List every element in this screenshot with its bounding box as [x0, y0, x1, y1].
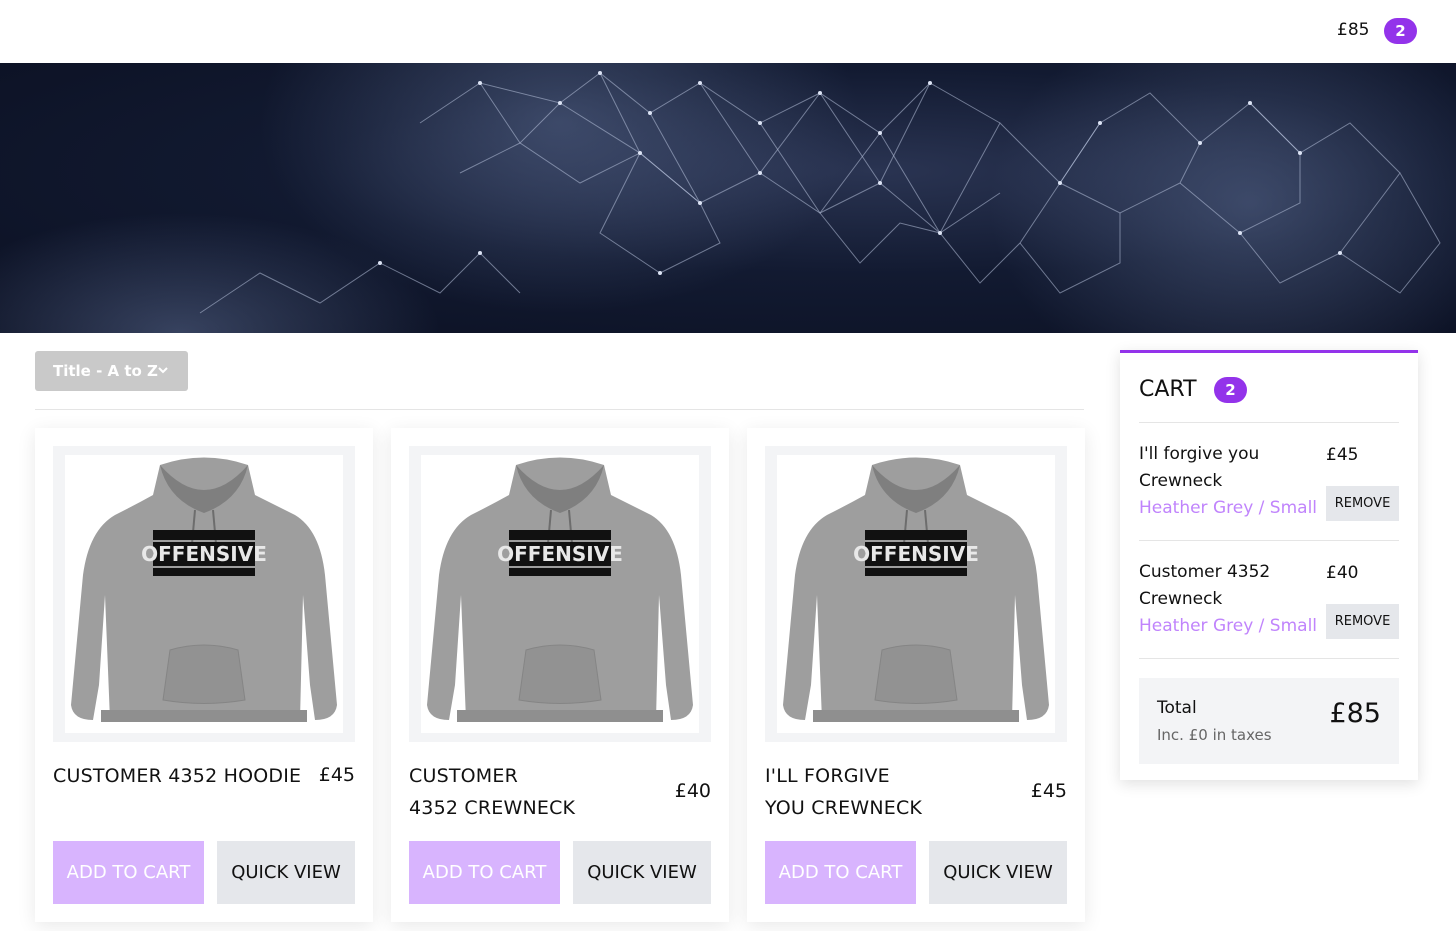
- product-card[interactable]: CUSTOMER 4352 CREWNECK £40 ADD TO CART Q…: [391, 428, 729, 922]
- hoodie-image: [782, 456, 1050, 723]
- tax-note: Inc. £0 in taxes: [1157, 726, 1272, 744]
- divider: [1139, 422, 1399, 423]
- remove-button[interactable]: REMOVE: [1326, 604, 1399, 639]
- product-name-line: YOU CREWNECK: [765, 797, 923, 819]
- total-label: Total: [1157, 698, 1197, 718]
- sort-label: Title - A to Z: [53, 362, 158, 380]
- product-name-line: 4352 CREWNECK: [409, 797, 576, 819]
- divider: [35, 409, 1084, 410]
- quick-view-button[interactable]: QUICK VIEW: [217, 841, 355, 904]
- product-image[interactable]: [65, 455, 343, 733]
- product-image-frame: [53, 446, 355, 742]
- divider: [1139, 658, 1399, 659]
- cart-item-name-line: Crewneck: [1139, 589, 1223, 609]
- remove-button[interactable]: REMOVE: [1326, 486, 1399, 521]
- add-to-cart-button[interactable]: ADD TO CART: [409, 841, 560, 904]
- cart-item-price: £40: [1326, 563, 1359, 583]
- product-name-line: CUSTOMER: [409, 765, 518, 787]
- hoodie-image: [70, 456, 338, 723]
- header-cart-total[interactable]: £85: [1337, 20, 1369, 40]
- product-image-frame: [409, 446, 711, 742]
- product-price: £40: [674, 780, 711, 802]
- quick-view-button[interactable]: QUICK VIEW: [573, 841, 711, 904]
- product-price: £45: [1030, 780, 1067, 802]
- product-name-line: I'LL FORGIVE: [765, 765, 890, 787]
- cart-panel: CART 2 I'll forgive you Crewneck Heather…: [1120, 350, 1418, 780]
- cart-title: CART: [1139, 377, 1197, 402]
- network-graphic: [0, 63, 1456, 333]
- product-price: £45: [318, 764, 355, 786]
- header-cart-count-badge[interactable]: 2: [1384, 18, 1417, 44]
- hero-banner: [0, 63, 1456, 333]
- product-card[interactable]: CUSTOMER 4352 HOODIE £45 ADD TO CART QUI…: [35, 428, 373, 922]
- product-image[interactable]: [777, 455, 1055, 733]
- product-card[interactable]: I'LL FORGIVE YOU CREWNECK £45 ADD TO CAR…: [747, 428, 1085, 922]
- product-image-frame: [765, 446, 1067, 742]
- total-value: £85: [1329, 698, 1381, 729]
- cart-item-name-line: Crewneck: [1139, 471, 1223, 491]
- hoodie-image: [426, 456, 694, 723]
- cart-total-box: Total Inc. £0 in taxes £85: [1139, 678, 1399, 764]
- cart-item-variant: Heather Grey / Small: [1139, 498, 1318, 518]
- cart-item-variant: Heather Grey / Small: [1139, 616, 1318, 636]
- product-name[interactable]: CUSTOMER 4352 HOODIE: [53, 760, 301, 792]
- sort-dropdown[interactable]: Title - A to Z: [35, 351, 188, 391]
- cart-item-name[interactable]: I'll forgive you Crewneck: [1139, 441, 1314, 495]
- product-image[interactable]: [421, 455, 699, 733]
- add-to-cart-button[interactable]: ADD TO CART: [53, 841, 204, 904]
- product-name[interactable]: I'LL FORGIVE YOU CREWNECK: [765, 760, 922, 824]
- cart-item-name-line: Customer 4352: [1139, 562, 1271, 582]
- quick-view-button[interactable]: QUICK VIEW: [929, 841, 1067, 904]
- cart-count-badge: 2: [1214, 377, 1247, 403]
- top-bar: £85 2: [0, 0, 1456, 63]
- cart-item-price: £45: [1326, 445, 1359, 465]
- cart-item-name-line: I'll forgive you: [1139, 444, 1260, 464]
- divider: [1139, 540, 1399, 541]
- product-name[interactable]: CUSTOMER 4352 CREWNECK: [409, 760, 575, 824]
- chevron-down-icon: [158, 367, 168, 374]
- cart-item-name[interactable]: Customer 4352 Crewneck: [1139, 559, 1314, 613]
- add-to-cart-button[interactable]: ADD TO CART: [765, 841, 916, 904]
